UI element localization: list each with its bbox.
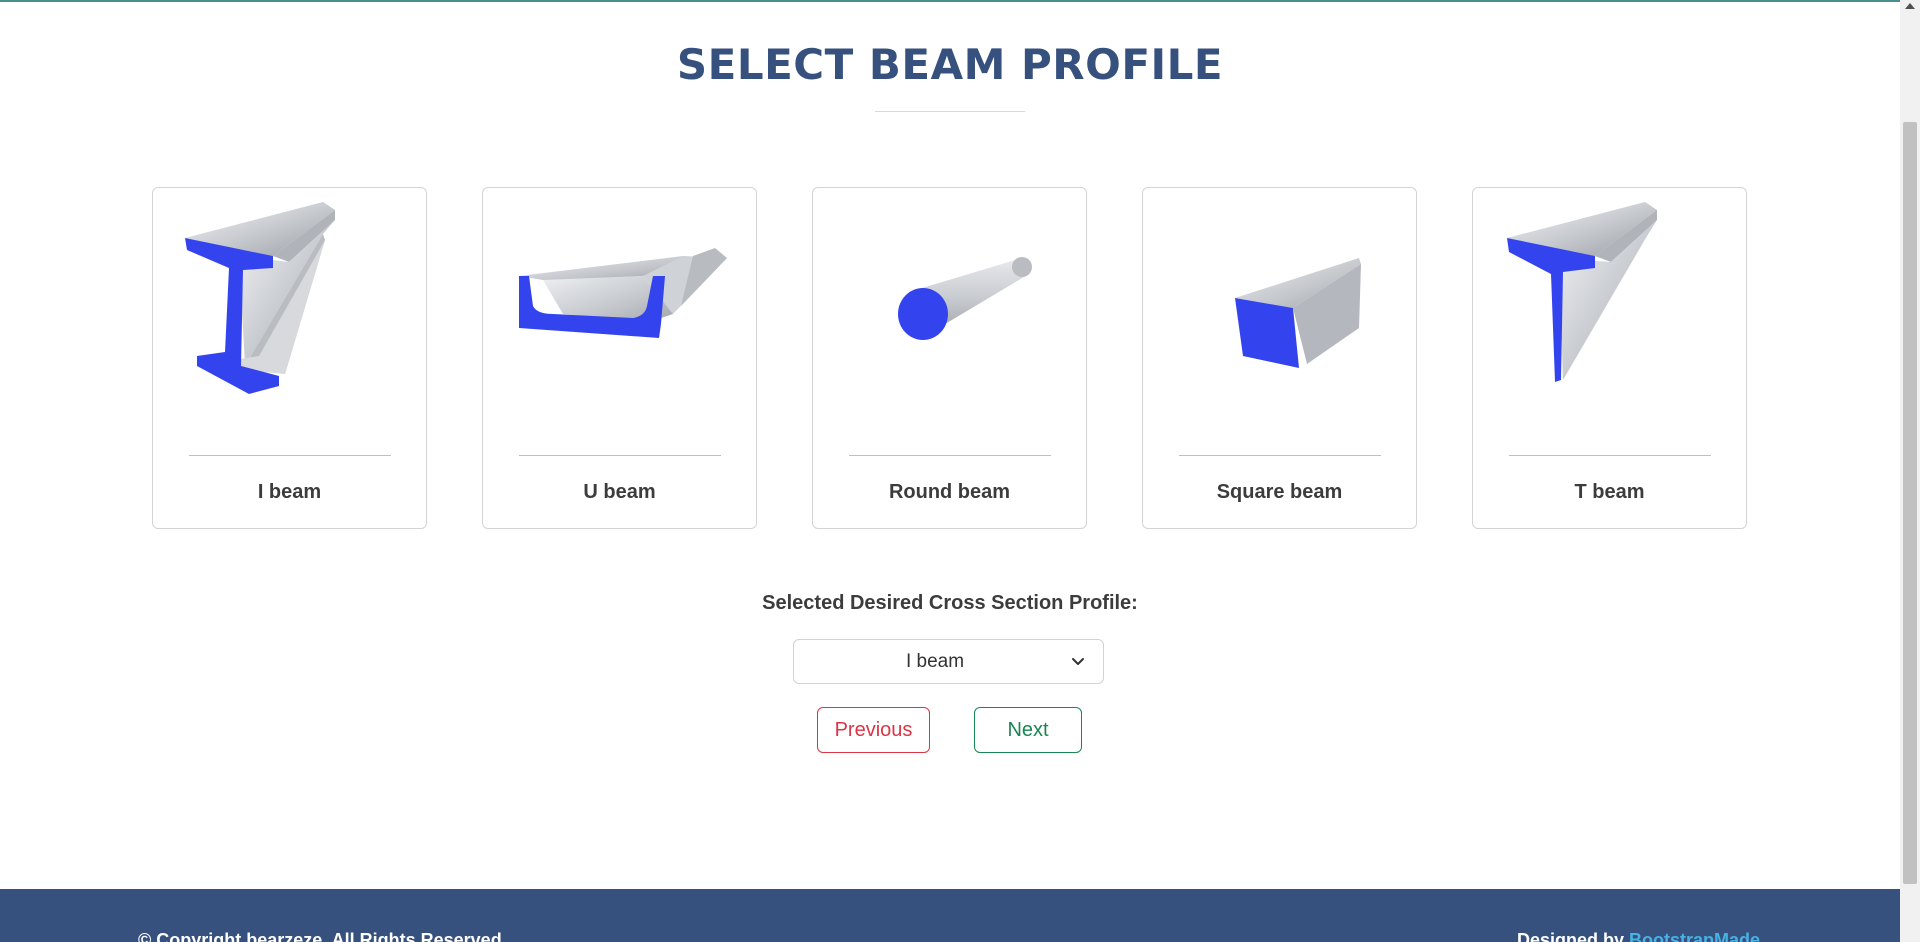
profile-label: Round beam bbox=[888, 481, 1011, 503]
beam-profile-cards: I beam U beam Round beam Square beam T b… bbox=[152, 187, 1748, 529]
card-divider bbox=[1179, 455, 1381, 456]
scroll-up-arrow-icon[interactable] bbox=[1905, 3, 1915, 9]
round-beam-icon bbox=[833, 196, 1066, 436]
next-button[interactable]: Next bbox=[974, 707, 1082, 753]
previous-button[interactable]: Previous bbox=[817, 707, 930, 753]
profile-label: U beam bbox=[583, 481, 656, 503]
t-beam-icon bbox=[1493, 196, 1726, 436]
profile-label: Square beam bbox=[1216, 481, 1343, 503]
copyright-text: © Copyright bearzeze. All Rights Reserve… bbox=[138, 930, 502, 942]
scrollbar-thumb[interactable] bbox=[1903, 122, 1917, 884]
profile-card-square-beam[interactable]: Square beam bbox=[1142, 187, 1417, 529]
profile-select[interactable]: I beam bbox=[793, 639, 1104, 684]
card-divider bbox=[1509, 455, 1711, 456]
profile-select-label: Selected Desired Cross Section Profile: bbox=[762, 592, 1138, 614]
vertical-scrollbar[interactable] bbox=[1900, 0, 1920, 942]
title-divider bbox=[875, 111, 1025, 112]
profile-label: T beam bbox=[1574, 481, 1645, 503]
profile-card-i-beam[interactable]: I beam bbox=[152, 187, 427, 529]
u-beam-icon bbox=[503, 196, 736, 436]
profile-card-t-beam[interactable]: T beam bbox=[1472, 187, 1747, 529]
profile-card-u-beam[interactable]: U beam bbox=[482, 187, 757, 529]
page: SELECT BEAM PROFILE I beam U beam Round … bbox=[0, 0, 1900, 942]
designed-by-prefix: Designed by bbox=[1516, 930, 1629, 942]
i-beam-icon bbox=[173, 196, 406, 436]
page-title: SELECT BEAM PROFILE bbox=[676, 40, 1224, 89]
square-beam-icon bbox=[1163, 196, 1396, 436]
profile-card-round-beam[interactable]: Round beam bbox=[812, 187, 1087, 529]
bootstrapmade-link[interactable]: BootstrapMade bbox=[1629, 930, 1760, 942]
designed-by: Designed by BootstrapMade bbox=[1517, 930, 1760, 942]
profile-select-value: I beam bbox=[905, 651, 965, 672]
card-divider bbox=[189, 455, 391, 456]
card-divider bbox=[519, 455, 721, 456]
profile-label: I beam bbox=[257, 481, 322, 503]
footer: © Copyright bearzeze. All Rights Reserve… bbox=[0, 889, 1900, 942]
card-divider bbox=[849, 455, 1051, 456]
chevron-down-icon bbox=[1072, 658, 1084, 665]
